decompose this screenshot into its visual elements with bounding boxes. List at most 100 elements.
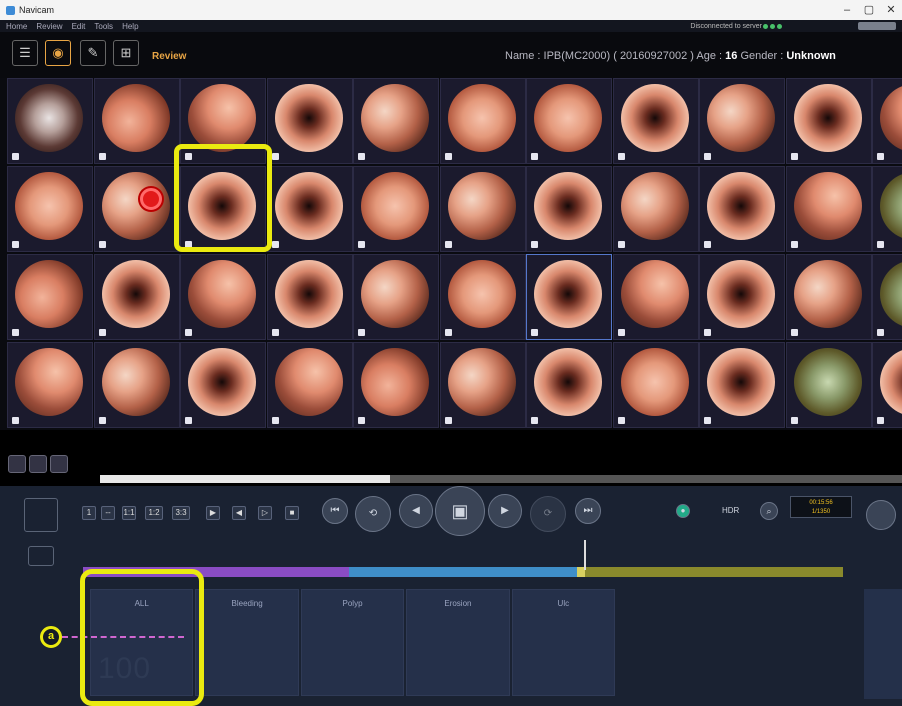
thumbnail-checkbox[interactable] xyxy=(98,417,106,424)
hdr-toggle[interactable]: HDR xyxy=(722,506,739,515)
thumbnail-checkbox[interactable] xyxy=(358,153,365,160)
thumbnail-cell[interactable] xyxy=(93,342,180,428)
thumbnail-checkbox[interactable] xyxy=(790,329,798,336)
thumbnail-cell[interactable] xyxy=(93,166,180,252)
thumbnail-cell[interactable] xyxy=(699,166,785,252)
frame-mode-5[interactable]: 3:3 xyxy=(172,506,190,520)
next-icon[interactable]: ▶ xyxy=(488,494,522,528)
thumbnail-checkbox[interactable] xyxy=(271,241,279,248)
rewind-icon[interactable]: ⟲ xyxy=(355,496,391,532)
thumbnail-checkbox[interactable] xyxy=(617,241,625,248)
thumbnail-checkbox[interactable] xyxy=(531,329,538,336)
thumbnail-cell[interactable] xyxy=(7,78,93,164)
maximize-button[interactable]: ▢ xyxy=(858,0,880,20)
thumbnail-cell[interactable] xyxy=(612,166,699,252)
thumbnail-cell[interactable] xyxy=(872,78,902,164)
thumbnail-cell[interactable] xyxy=(612,78,699,164)
thumbnail-cell[interactable] xyxy=(526,254,612,340)
timeline-segment[interactable] xyxy=(349,567,577,577)
thumbnail-checkbox[interactable] xyxy=(12,153,19,160)
thumbnail-cell[interactable] xyxy=(785,254,872,340)
thumbnail-cell[interactable] xyxy=(439,166,526,252)
menu-tools[interactable]: Tools xyxy=(94,22,113,31)
thumbnail-cell[interactable] xyxy=(872,166,902,252)
thumbnail-cell[interactable] xyxy=(872,342,902,428)
skip-back-icon[interactable]: ⏮ xyxy=(322,498,348,524)
tab-bleeding[interactable]: Bleeding xyxy=(195,589,299,696)
thumbnail-checkbox[interactable] xyxy=(617,329,625,336)
thumbnail-cell[interactable] xyxy=(266,254,353,340)
tab-erosion[interactable]: Erosion xyxy=(406,589,510,696)
thumbnail-checkbox[interactable] xyxy=(12,417,19,424)
fast-forward-icon[interactable]: ⟳ xyxy=(530,496,566,532)
scroll-thumb[interactable] xyxy=(100,475,390,483)
thumbnail-cell[interactable] xyxy=(439,254,526,340)
thumbnail-checkbox[interactable] xyxy=(617,153,625,160)
frame-mode-3[interactable]: 1:1 xyxy=(122,506,136,520)
thumbnail-cell[interactable] xyxy=(7,342,93,428)
thumbnail-checkbox[interactable] xyxy=(444,241,452,248)
tab-polyp[interactable]: Polyp xyxy=(300,589,405,696)
thumbnail-cell[interactable] xyxy=(353,342,439,428)
frame-mode-4[interactable]: 1:2 xyxy=(145,506,163,520)
thumbnail-cell[interactable] xyxy=(353,254,439,340)
thumbnail-checkbox[interactable] xyxy=(704,241,711,248)
menu-home[interactable]: Home xyxy=(6,22,27,31)
thumbnail-cell[interactable] xyxy=(439,342,526,428)
thumbnail-cell[interactable] xyxy=(612,254,699,340)
thumbnail-checkbox[interactable] xyxy=(12,241,19,248)
thumbnail-cell[interactable] xyxy=(266,166,353,252)
hand-tool-icon[interactable] xyxy=(24,498,58,532)
edit-icon[interactable]: ✎ xyxy=(80,40,106,66)
thumbnail-checkbox[interactable] xyxy=(358,329,365,336)
menu-edit[interactable]: Edit xyxy=(72,22,86,31)
thumbnail-checkbox[interactable] xyxy=(531,153,538,160)
thumbnail-checkbox[interactable] xyxy=(704,153,711,160)
thumbnail-checkbox[interactable] xyxy=(185,417,192,424)
zoom-out-icon[interactable] xyxy=(8,455,26,473)
thumbnail-checkbox[interactable] xyxy=(185,329,192,336)
thumbnail-checkbox[interactable] xyxy=(358,241,365,248)
skip-forward-icon[interactable]: ⏭ xyxy=(575,498,601,524)
thumbnail-cell[interactable] xyxy=(439,78,526,164)
capsule-icon[interactable]: ◉ xyxy=(45,40,71,66)
thumbnail-cell[interactable] xyxy=(7,166,93,252)
thumbnail-checkbox[interactable] xyxy=(98,241,106,248)
thumbnail-cell[interactable] xyxy=(266,78,353,164)
thumbnail-cell[interactable] xyxy=(526,166,612,252)
timeline-segment[interactable] xyxy=(584,567,843,577)
thumbnail-checkbox[interactable] xyxy=(790,153,798,160)
login-button[interactable] xyxy=(858,22,896,30)
thumbnail-cell[interactable] xyxy=(699,254,785,340)
thumbnail-checkbox[interactable] xyxy=(271,417,279,424)
thumbnail-cell[interactable] xyxy=(7,254,93,340)
menu-help[interactable]: Help xyxy=(122,22,138,31)
pointer-icon[interactable] xyxy=(28,546,54,566)
thumbnail-checkbox[interactable] xyxy=(790,241,798,248)
thumbnail-checkbox[interactable] xyxy=(877,329,884,336)
thumbnail-cell[interactable] xyxy=(612,342,699,428)
thumbnail-checkbox[interactable] xyxy=(444,417,452,424)
thumbnail-cell[interactable] xyxy=(785,342,872,428)
thumbnail-checkbox[interactable] xyxy=(877,153,884,160)
thumbnail-grid[interactable] xyxy=(0,78,902,430)
capture-icon[interactable]: ● xyxy=(676,504,690,518)
thumbnail-checkbox[interactable] xyxy=(877,417,884,424)
thumbnail-cell[interactable] xyxy=(785,166,872,252)
minimize-button[interactable]: – xyxy=(836,0,858,20)
car-icon[interactable]: ⊞ xyxy=(113,40,139,66)
thumbnail-checkbox[interactable] xyxy=(358,417,365,424)
thumbnail-checkbox[interactable] xyxy=(12,329,19,336)
thumbnail-cell[interactable] xyxy=(526,78,612,164)
thumbnail-cell[interactable] xyxy=(180,254,266,340)
thumbnail-checkbox[interactable] xyxy=(271,153,279,160)
thumbnail-checkbox[interactable] xyxy=(98,153,106,160)
stop-small-icon[interactable]: ■ xyxy=(285,506,299,520)
grid-view-icon[interactable]: ☰ xyxy=(12,40,38,66)
thumbnail-cell[interactable] xyxy=(785,78,872,164)
zoom-icon[interactable]: ⌕ xyxy=(760,502,778,520)
capsule-view-icon[interactable] xyxy=(866,500,896,530)
thumbnail-checkbox[interactable] xyxy=(444,329,452,336)
thumbnail-cell[interactable] xyxy=(353,166,439,252)
thumbnail-cell[interactable] xyxy=(526,342,612,428)
